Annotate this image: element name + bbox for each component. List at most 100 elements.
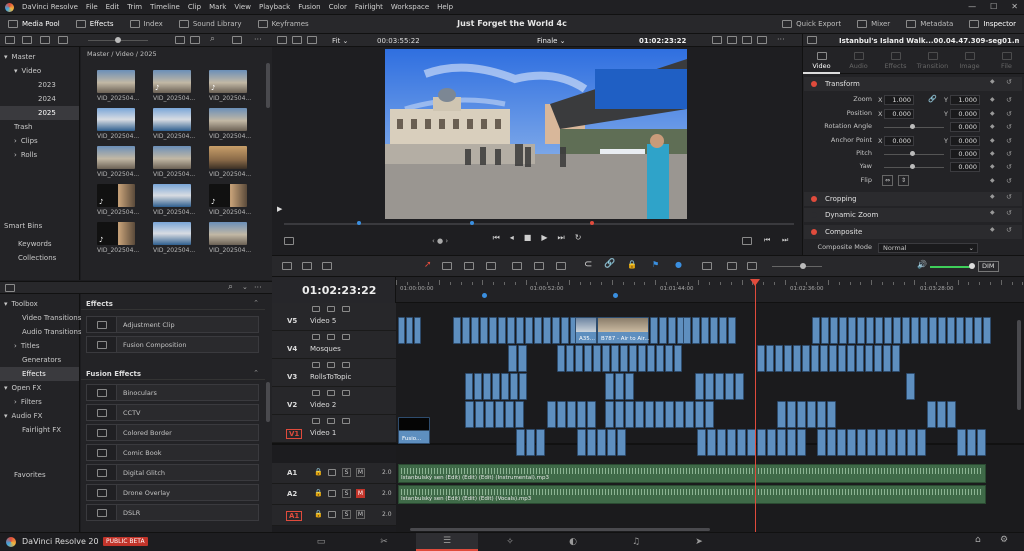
inspector-tab-file[interactable]: File [988,48,1024,74]
collapse-fusion-icon[interactable]: ⌃ [253,369,259,377]
cut-page-icon[interactable]: ✂ [353,533,415,551]
effects-sidebar-icon[interactable] [5,284,15,292]
keyframe-icon[interactable]: ◆ [990,137,995,144]
video-clip[interactable] [525,317,533,344]
video-clip[interactable] [647,345,655,372]
menu-help[interactable]: Help [433,3,457,11]
track-autoselect-icon[interactable] [327,306,335,312]
video-clip[interactable] [848,317,856,344]
video-clip[interactable] [807,401,816,428]
audio-track-header[interactable]: A1 🔒 S M 2.0 [272,463,396,484]
video-clip[interactable] [561,317,569,344]
video-clip[interactable] [965,317,973,344]
anchor-y-field[interactable]: 0.000 [950,136,980,146]
mute-button[interactable]: M [356,489,365,498]
mixer-button[interactable]: Mixer [849,15,898,34]
dynamic-trim-icon[interactable] [464,262,474,270]
menu-playback[interactable]: Playback [255,3,294,11]
first-frame-icon[interactable]: ⏮ [493,233,500,249]
video-clip[interactable] [911,317,919,344]
video-clip[interactable] [920,317,928,344]
video-clip[interactable] [414,317,421,344]
media-pool-clip[interactable] [153,146,191,169]
video-clip[interactable] [567,401,576,428]
master-volume-slider[interactable] [930,266,970,268]
loop-icon[interactable]: ↻ [575,233,582,249]
video-clip[interactable] [518,345,527,372]
video-clip[interactable] [811,345,819,372]
track-visibility-icon[interactable] [342,362,350,368]
fx-category-open-fx[interactable]: ▾ Open FX [0,381,79,395]
video-clip[interactable] [865,345,873,372]
video-clip[interactable] [650,317,658,344]
bin-video[interactable]: ▾ Video [0,64,79,78]
fx-expand-icon[interactable]: › [14,342,17,350]
video-clip[interactable] [705,373,714,400]
prev-edit-icon[interactable]: ⏮ [764,236,770,245]
play-icon[interactable]: ▶ [541,233,547,249]
bin-master[interactable]: ▾ Master [0,50,79,64]
video-clip[interactable] [827,401,836,428]
deliver-page-icon[interactable]: ➤ [668,533,730,551]
video-clip[interactable] [767,429,776,456]
inspector-tab-effects[interactable]: Effects [877,48,914,74]
timeline-zoom-handle[interactable] [800,263,806,269]
quick-export-button[interactable]: Quick Export [774,15,849,34]
metadata-button[interactable]: Metadata [898,15,961,34]
color-page-icon[interactable]: ◐ [542,533,604,551]
video-clip[interactable] [453,317,461,344]
fx-category-effects[interactable]: Effects [0,367,79,381]
video-clip[interactable] [766,345,774,372]
inspector-tab-video[interactable]: Video [803,48,840,74]
sort-icon[interactable] [232,36,242,44]
video-clip[interactable] [897,429,906,456]
smart-bin-collections[interactable]: Collections [0,251,80,265]
video-clip[interactable] [883,345,891,372]
section-enable-icon[interactable] [811,196,817,202]
menu-trim[interactable]: Trim [123,3,146,11]
linked-selection-icon[interactable]: 🔗 [604,259,615,269]
timeline-marker[interactable] [613,293,618,298]
video-clip[interactable] [617,429,626,456]
video-clip[interactable] [665,345,673,372]
track-lock-icon[interactable] [312,418,320,424]
replace-clip-icon[interactable] [556,262,566,270]
import-icon[interactable] [22,36,32,44]
keyframe-icon[interactable]: ◆ [990,226,995,233]
video-clip[interactable] [645,401,654,428]
video-clip[interactable] [492,373,500,400]
audio-clip[interactable]: Istanbulský sen (Edit) (Edit) (Edit) (Vo… [398,485,986,504]
menu-edit[interactable]: Edit [102,3,124,11]
timeline-vertical-scrollbar[interactable] [1017,320,1021,410]
inspector-button[interactable]: Inspector [961,15,1024,34]
flag-icon[interactable]: ⚑ [652,260,659,269]
video-clip[interactable] [735,373,744,400]
video-clip[interactable] [737,429,746,456]
track-visibility-icon[interactable] [342,390,350,396]
fx-category-audio-fx[interactable]: ▾ Audio FX [0,409,79,423]
collapse-effects-icon[interactable]: ⌃ [253,299,259,307]
audio-clip[interactable]: Istanbulský sen (Edit) (Edit) (Edit) (In… [398,464,986,483]
video-clip-b787[interactable]: B787 - Air to Air... [597,317,650,344]
media-pool-clip[interactable] [153,184,191,207]
transform-overlay-icon[interactable] [742,36,752,44]
menu-color[interactable]: Color [325,3,351,11]
minimize-icon[interactable]: — [968,2,976,11]
video-clip[interactable] [480,317,488,344]
video-clip[interactable] [516,317,524,344]
insert-clip-icon[interactable] [512,262,522,270]
match-frame-icon[interactable] [284,237,294,245]
video-clip[interactable] [728,317,736,344]
video-clip[interactable] [829,345,837,372]
video-clip[interactable] [505,401,514,428]
track-header-v1[interactable]: V1 Video 1 [272,415,396,443]
keyframe-icon[interactable]: ◆ [990,78,995,85]
fusion-effect-colored-border[interactable]: Colored Border [86,424,259,441]
track-height-icon[interactable] [302,262,312,270]
video-clip[interactable] [656,345,664,372]
video-clip[interactable] [784,345,792,372]
fx-category-filters[interactable]: › Filters [0,395,79,409]
timeline-view-icon[interactable] [282,262,292,270]
video-clip[interactable] [471,317,479,344]
video-clip[interactable] [817,401,826,428]
